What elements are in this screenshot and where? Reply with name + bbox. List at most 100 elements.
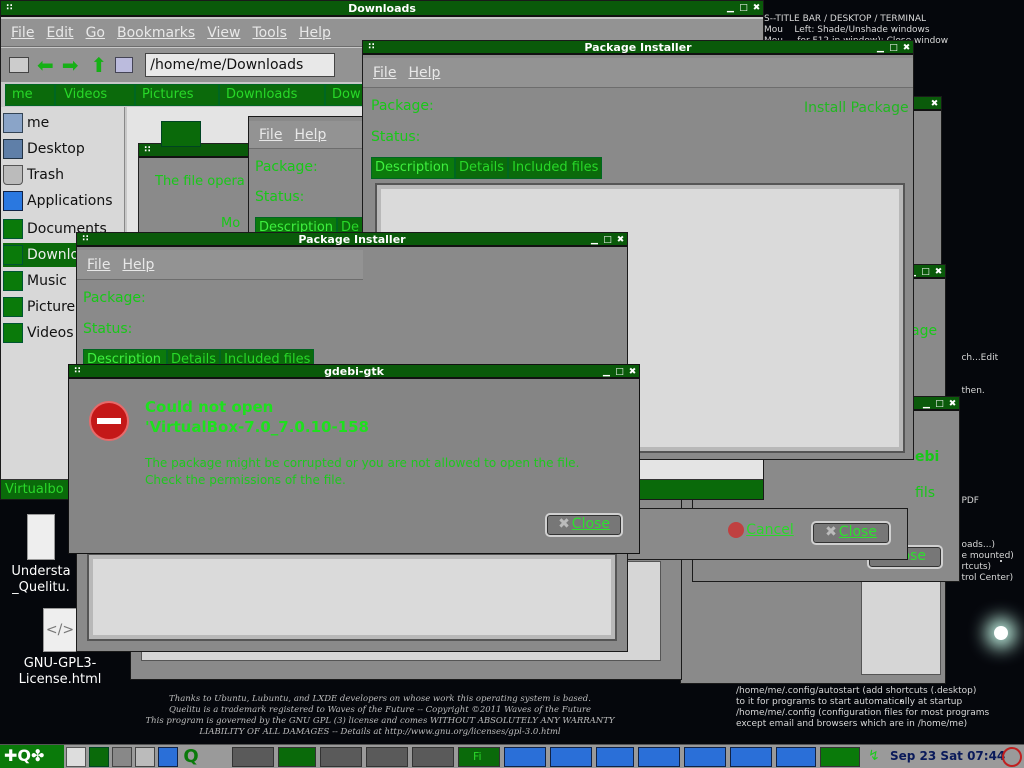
- sidebar-item-videos[interactable]: Videos: [3, 321, 74, 345]
- maximize-icon[interactable]: □: [887, 41, 900, 55]
- sidebar-item-music[interactable]: Music: [3, 269, 67, 293]
- taskbar-button[interactable]: [366, 747, 408, 767]
- close-icon[interactable]: ✖: [932, 265, 945, 279]
- title-bar[interactable]: ∷ Downloads ▁ □ ✖: [1, 1, 763, 17]
- menu-view[interactable]: View: [207, 25, 240, 41]
- cancel-icon: [728, 522, 745, 538]
- tab-details[interactable]: Details: [455, 157, 509, 179]
- bookmark-downloads[interactable]: Downloads: [219, 84, 325, 106]
- sidebar-item-trash[interactable]: Trash: [3, 163, 64, 187]
- taskbar-button[interactable]: [596, 747, 634, 767]
- maximize-icon[interactable]: □: [737, 1, 750, 15]
- download-icon[interactable]: [158, 747, 178, 767]
- menu-help[interactable]: Help: [408, 65, 440, 81]
- back-arrow-icon[interactable]: ⬅: [37, 53, 54, 77]
- forward-arrow-icon[interactable]: ➡: [62, 53, 79, 77]
- settings-icon[interactable]: [112, 747, 132, 767]
- taskbar-button[interactable]: [320, 747, 362, 767]
- close-button[interactable]: ✖ Close: [811, 521, 891, 545]
- maximize-icon[interactable]: □: [933, 397, 946, 411]
- network-icon[interactable]: ↯: [868, 748, 884, 764]
- taskbar-button[interactable]: [504, 747, 546, 767]
- taskbar-button[interactable]: [278, 747, 316, 767]
- home-folder-icon: [3, 113, 23, 133]
- close-icon[interactable]: ✖: [750, 1, 763, 15]
- show-desktop-icon[interactable]: [66, 747, 86, 767]
- close-button[interactable]: ✖ Close: [545, 513, 623, 537]
- power-icon[interactable]: [1002, 747, 1022, 767]
- close-icon[interactable]: ✖: [928, 97, 941, 111]
- quelitu-q-icon[interactable]: Q: [181, 747, 201, 767]
- menu-file[interactable]: File: [373, 65, 396, 81]
- bookmark-me[interactable]: me: [5, 84, 55, 106]
- menu-go[interactable]: Go: [86, 25, 105, 41]
- bookmark-videos[interactable]: Videos: [55, 84, 135, 106]
- close-icon[interactable]: ✖: [946, 397, 959, 411]
- close-button-label: Close: [571, 516, 610, 532]
- desktop-notes-bottom: /home/me/.config/autostart (add shortcut…: [736, 686, 990, 729]
- sidebar-item-me[interactable]: me: [3, 111, 49, 135]
- maximize-icon[interactable]: □: [601, 233, 614, 247]
- window-grip-icon[interactable]: ∷: [81, 233, 89, 246]
- taskbar-button-active[interactable]: [820, 747, 860, 767]
- taskbar-button-file[interactable]: Fi: [458, 747, 500, 767]
- taskbar-button[interactable]: [232, 747, 274, 767]
- menu-help[interactable]: Help: [299, 25, 331, 41]
- minimize-icon[interactable]: ▁: [920, 397, 933, 411]
- title-bar[interactable]: ∷ Package Installer ▁ □ ✖: [363, 41, 913, 55]
- menu-help[interactable]: Help: [294, 127, 326, 143]
- close-icon[interactable]: ✖: [614, 233, 627, 247]
- taskbar-button[interactable]: [776, 747, 816, 767]
- tab-included-files[interactable]: Included files: [508, 157, 603, 179]
- minimize-icon[interactable]: ▁: [600, 365, 613, 379]
- maximize-icon[interactable]: □: [919, 265, 932, 279]
- menu-bookmarks[interactable]: Bookmarks: [117, 25, 195, 41]
- menu-bar: File Help: [77, 250, 363, 280]
- window-grip-icon[interactable]: ∷: [143, 144, 151, 157]
- menu-edit[interactable]: Edit: [46, 25, 73, 41]
- taskbar-button[interactable]: [638, 747, 680, 767]
- sidebar-item-pictures[interactable]: Picture: [3, 295, 75, 319]
- taskbar-button[interactable]: [412, 747, 454, 767]
- menu-tools[interactable]: Tools: [252, 25, 287, 41]
- close-icon[interactable]: ✖: [900, 41, 913, 55]
- bookmark-downloads-2[interactable]: Dow: [325, 84, 365, 106]
- taskbar-button[interactable]: [730, 747, 772, 767]
- new-tab-icon[interactable]: [9, 57, 29, 73]
- install-package-button[interactable]: Install Package: [804, 100, 909, 116]
- menu-help[interactable]: Help: [122, 257, 154, 273]
- menu-file[interactable]: File: [87, 257, 110, 273]
- minimize-icon[interactable]: ▁: [874, 41, 887, 55]
- home-icon[interactable]: [115, 57, 134, 73]
- taskbar-button[interactable]: [684, 747, 726, 767]
- minimize-icon[interactable]: ▁: [588, 233, 601, 247]
- up-arrow-icon[interactable]: ⬆: [91, 53, 108, 77]
- minimize-icon[interactable]: ▁: [724, 1, 737, 15]
- sidebar-item-label: Applications: [27, 193, 113, 209]
- window-grip-icon[interactable]: ∷: [73, 365, 81, 378]
- window-grip-icon[interactable]: ∷: [5, 1, 13, 16]
- status-label: Status:: [255, 189, 305, 205]
- menu-file[interactable]: File: [259, 127, 282, 143]
- tab-description[interactable]: Description: [371, 157, 455, 179]
- title-bar[interactable]: ∷ gdebi-gtk ▁ □ ✖: [69, 365, 639, 379]
- desktop-icon-understand[interactable]: Understa _Quelitu.: [6, 514, 76, 596]
- trash-icon: [3, 165, 23, 185]
- close-icon[interactable]: ✖: [626, 365, 639, 379]
- folder-launch-icon[interactable]: [89, 747, 109, 767]
- taskbar-button[interactable]: [550, 747, 592, 767]
- window-grip-icon[interactable]: ∷: [367, 41, 375, 54]
- menu-file[interactable]: File: [11, 25, 34, 41]
- clock[interactable]: Sep 23 Sat 07:44: [890, 749, 1005, 763]
- path-input[interactable]: /home/me/Downloads: [145, 53, 336, 77]
- menu-launcher[interactable]: ✚Q✤: [0, 745, 64, 768]
- folder-tile-icon[interactable]: [161, 121, 201, 147]
- bookmark-pictures[interactable]: Pictures: [135, 84, 219, 106]
- star: [994, 626, 1008, 640]
- cancel-button[interactable]: Cancel: [721, 521, 801, 545]
- sidebar-item-applications[interactable]: Applications: [3, 189, 113, 213]
- maximize-icon[interactable]: □: [613, 365, 626, 379]
- title-bar[interactable]: ∷ Package Installer ▁ □ ✖: [77, 233, 627, 247]
- sidebar-item-desktop[interactable]: Desktop: [3, 137, 85, 161]
- image-viewer-icon[interactable]: [135, 747, 155, 767]
